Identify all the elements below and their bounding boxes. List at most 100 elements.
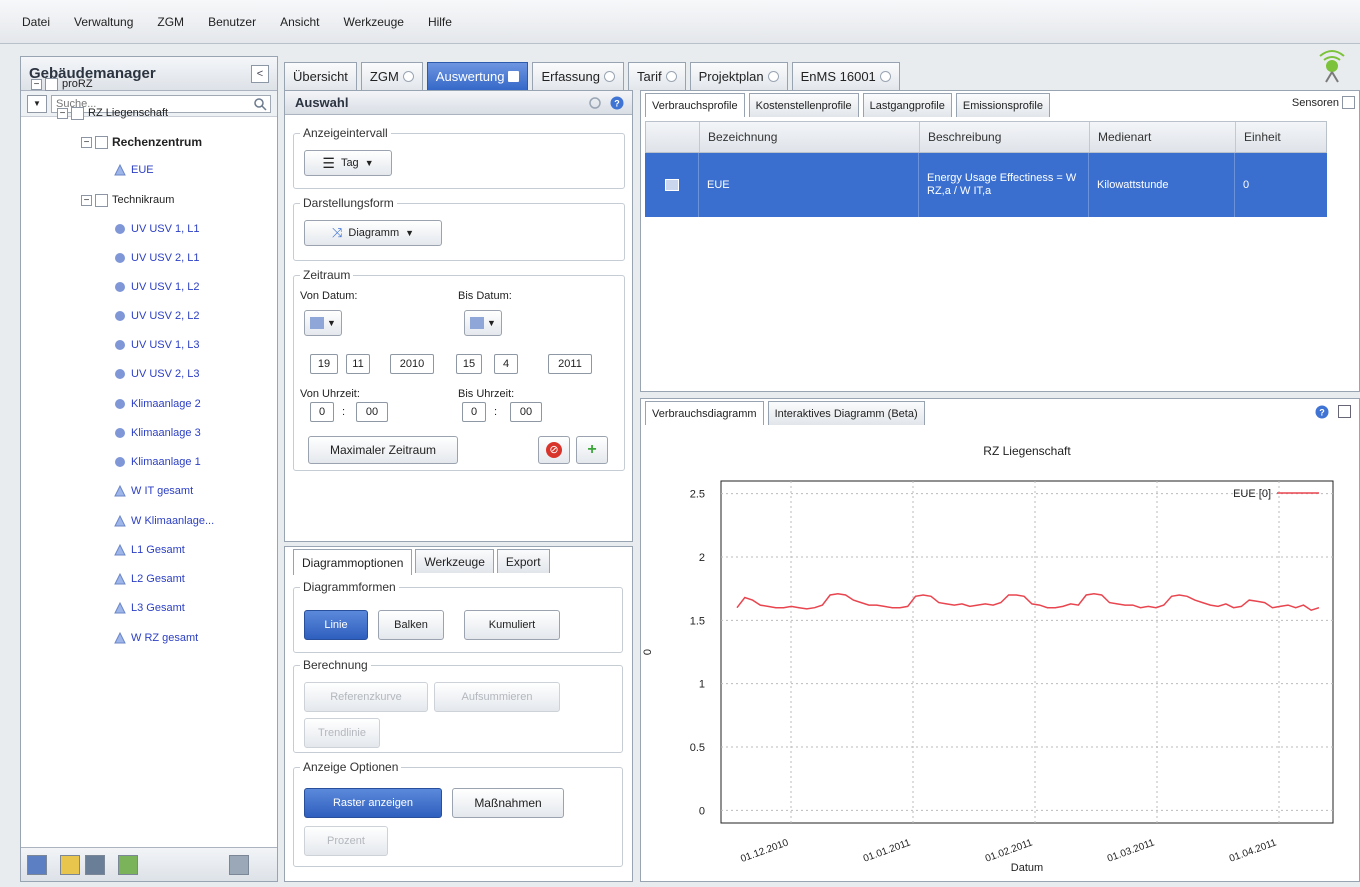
tree-item[interactable]: − Technikraum — [81, 190, 174, 210]
tree-item[interactable]: EUE — [113, 160, 154, 180]
col-medienart[interactable]: Medienart — [1090, 122, 1236, 152]
tab-projektplan[interactable]: Projektplan — [689, 62, 788, 90]
menu-ansicht[interactable]: Ansicht — [280, 15, 319, 29]
tree-checkbox[interactable] — [95, 135, 108, 149]
bis-calendar-button[interactable]: ▼ — [464, 310, 502, 336]
tree-item[interactable]: UV USV 1, L3 — [113, 335, 199, 355]
filter-icon[interactable] — [60, 854, 80, 875]
darstellung-dropdown[interactable]: ⤨ Diagramm ▼ — [304, 220, 442, 246]
bis-monat-field[interactable]: 4 — [494, 354, 518, 374]
von-tag-field[interactable]: 19 — [310, 354, 338, 374]
tree-item[interactable]: L1 Gesamt — [113, 540, 185, 560]
sort-icon[interactable] — [27, 854, 47, 875]
tree-item[interactable]: L2 Gesamt — [113, 569, 185, 589]
tree-item[interactable]: UV USV 2, L2 — [113, 306, 199, 326]
tree-item[interactable]: UV USV 1, L2 — [113, 277, 199, 297]
tab-lastgangprofile[interactable]: Lastgangprofile — [862, 93, 952, 117]
tab-close-icon[interactable] — [879, 71, 891, 82]
tree-item[interactable]: − RZ Liegenschaft — [57, 103, 168, 123]
tree-item[interactable]: L3 Gesamt — [113, 598, 185, 618]
menu-zgm[interactable]: ZGM — [157, 15, 184, 29]
tab-close-icon[interactable] — [402, 71, 414, 82]
tab-uebersicht[interactable]: Übersicht — [284, 62, 357, 90]
tab-close-icon[interactable] — [665, 71, 677, 82]
sensoren-checkbox[interactable] — [1342, 96, 1355, 109]
search-filter-dropdown[interactable]: ▼ — [27, 94, 47, 113]
tab-close-icon[interactable] — [508, 71, 520, 82]
intervall-dropdown[interactable]: ☰ Tag ▼ — [304, 150, 392, 176]
cancel-button[interactable]: ⊘ — [538, 436, 570, 464]
menu-werkzeuge[interactable]: Werkzeuge — [343, 15, 403, 29]
refresh-icon[interactable] — [118, 854, 138, 875]
tab-tarif[interactable]: Tarif — [628, 62, 686, 90]
tree-checkbox[interactable] — [71, 106, 84, 120]
von-monat-field[interactable]: 11 — [346, 354, 370, 374]
tree-item[interactable]: UV USV 2, L1 — [113, 248, 199, 268]
tree-item[interactable]: Klimaanlage 3 — [113, 423, 201, 443]
search-icon[interactable] — [253, 97, 267, 111]
massnahmen-button[interactable]: Maßnahmen — [452, 788, 564, 818]
tree-item[interactable]: W IT gesamt — [113, 481, 193, 501]
tree-checkbox[interactable] — [45, 77, 58, 91]
tab-erfassung[interactable]: Erfassung — [532, 62, 625, 90]
bis-stunde-field[interactable]: 0 — [462, 402, 486, 422]
max-zeitraum-button[interactable]: Maximaler Zeitraum — [308, 436, 458, 464]
tab-close-icon[interactable] — [604, 71, 616, 82]
menu-datei[interactable]: Datei — [22, 15, 50, 29]
bis-tag-field[interactable]: 15 — [456, 354, 482, 374]
prozent-button[interactable]: Prozent — [304, 826, 388, 856]
edit-icon[interactable] — [85, 854, 105, 875]
tab-kostenstellenprofile[interactable]: Kostenstellenprofile — [748, 93, 859, 117]
table-row[interactable]: EUE Energy Usage Effectiness = W RZ,a / … — [645, 153, 1327, 217]
menu-hilfe[interactable]: Hilfe — [428, 15, 452, 29]
gear-icon[interactable] — [588, 96, 602, 110]
tree-item[interactable]: − proRZ — [31, 74, 93, 94]
referenzkurve-button[interactable]: Referenzkurve — [304, 682, 428, 712]
tab-verbrauchsdiagramm[interactable]: Verbrauchsdiagramm — [645, 401, 764, 425]
trendlinie-button[interactable]: Trendlinie — [304, 718, 380, 748]
von-jahr-field[interactable]: 2010 — [390, 354, 434, 374]
von-minute-field[interactable]: 00 — [356, 402, 388, 422]
menu-verwaltung[interactable]: Verwaltung — [74, 15, 133, 29]
aufsummieren-button[interactable]: Aufsummieren — [434, 682, 560, 712]
col-beschreibung[interactable]: Beschreibung — [920, 122, 1090, 152]
help-icon[interactable]: ? — [1315, 405, 1329, 419]
tree-item[interactable]: − Rechenzentrum — [81, 132, 202, 152]
menu-benutzer[interactable]: Benutzer — [208, 15, 256, 29]
kumuliert-button[interactable]: Kumuliert — [464, 610, 560, 640]
tab-werkzeuge[interactable]: Werkzeuge — [415, 549, 494, 573]
linie-button[interactable]: Linie — [304, 610, 368, 640]
tree-item[interactable]: UV USV 2, L3 — [113, 364, 199, 384]
von-stunde-field[interactable]: 0 — [310, 402, 334, 422]
col-einheit[interactable]: Einheit — [1236, 122, 1326, 152]
von-calendar-button[interactable]: ▼ — [304, 310, 342, 336]
tree-item[interactable]: UV USV 1, L1 — [113, 219, 199, 239]
balken-button[interactable]: Balken — [378, 610, 444, 640]
tab-diagrammoptionen[interactable]: Diagrammoptionen — [293, 549, 413, 575]
tab-enms[interactable]: EnMS 16001 — [791, 62, 900, 90]
tree-item[interactable]: W Klimaanlage... — [113, 511, 214, 531]
tab-emissionsprofile[interactable]: Emissionsprofile — [955, 93, 1050, 117]
maximize-icon[interactable] — [1338, 405, 1351, 418]
tab-auswertung[interactable]: Auswertung — [426, 62, 529, 90]
tree-item[interactable]: Klimaanlage 2 — [113, 394, 201, 414]
add-button[interactable]: + — [576, 436, 608, 464]
panel-toggle-icon[interactable] — [229, 854, 249, 875]
collapse-toggle-icon[interactable]: − — [81, 194, 92, 206]
bis-jahr-field[interactable]: 2011 — [548, 354, 592, 374]
tab-close-icon[interactable] — [767, 71, 779, 82]
tab-verbrauchsprofile[interactable]: Verbrauchsprofile — [645, 93, 745, 117]
tab-interaktives-diagramm[interactable]: Interaktives Diagramm (Beta) — [767, 401, 925, 425]
collapse-button[interactable]: < — [251, 64, 269, 83]
bis-minute-field[interactable]: 00 — [510, 402, 542, 422]
tab-export[interactable]: Export — [496, 549, 550, 573]
col-bezeichnung[interactable]: Bezeichnung — [700, 122, 920, 152]
tree-item[interactable]: Klimaanlage 1 — [113, 452, 201, 472]
collapse-toggle-icon[interactable]: − — [57, 107, 68, 119]
tab-zgm[interactable]: ZGM — [360, 62, 423, 90]
tree-item[interactable]: W RZ gesamt — [113, 628, 198, 648]
tree-checkbox[interactable] — [95, 193, 108, 207]
raster-button[interactable]: Raster anzeigen — [304, 788, 442, 818]
collapse-toggle-icon[interactable]: − — [31, 78, 42, 90]
help-icon[interactable]: ? — [610, 96, 624, 110]
